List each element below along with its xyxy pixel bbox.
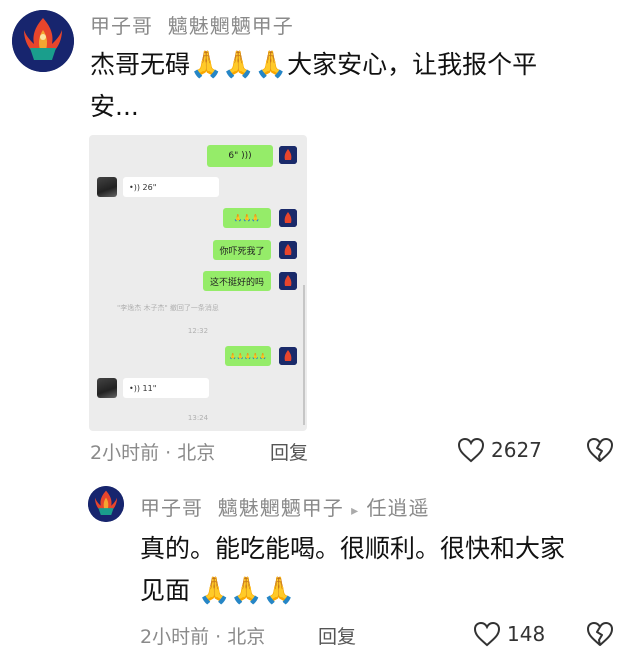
reply-reply-button[interactable]: 回复 [318,622,356,649]
chat-text-bubble-scared: 你吓死我了 [213,240,271,260]
reply-avatar[interactable] [88,486,124,522]
chat-friend-avatar [97,378,117,398]
comment-time-location: 2小时前 · 北京 [90,442,216,464]
commenter-nickname[interactable]: 魑魅魍魉甲子 [168,14,294,38]
reply-text-line2: 见面 [140,576,191,605]
reply-text: 真的。能吃能喝。很顺利。很快和大家 见面 🙏🙏🙏 [140,528,620,612]
chat-timestamp: 12:32 [187,327,209,335]
comment-text-part2: 大家安心，让我报个平 [287,50,538,79]
chat-timestamp: 13:24 [187,414,209,422]
comment-text-line2: 安... [90,92,139,121]
chat-self-avatar [279,241,297,259]
chat-voice-bubble-26: •)) 26" [123,177,219,197]
commenter-username[interactable]: 甲子哥 [90,14,153,38]
reply-target-username[interactable]: 任逍遥 [366,496,429,520]
chat-emoji-bubble-small: 🙏🙏🙏🙏🙏 [225,346,271,366]
reply-dislike-button[interactable] [585,620,615,648]
comment-reply-button[interactable]: 回复 [270,438,308,465]
chat-voice-bubble-11: •)) 11" [123,378,209,398]
comment-like-button[interactable]: 2627 [456,436,542,464]
reply-text-line1: 真的。能吃能喝。很顺利。很快和大家 [140,534,566,563]
comment-like-count: 2627 [491,438,542,462]
comment-text: 杰哥无碍🙏🙏🙏大家安心，让我报个平 安... [90,44,610,128]
comment-dislike-button[interactable] [585,436,615,464]
chat-friend-avatar [97,177,117,197]
heart-outline-icon [456,436,486,464]
voice-wave-icon: ))) [241,151,252,161]
broken-heart-icon [585,436,615,464]
chat-self-avatar [279,272,297,290]
folded-hands-emoji: 🙏🙏🙏 [197,576,296,606]
reply-username[interactable]: 甲子哥 [140,496,203,520]
reply-time-location: 2小时前 · 北京 [140,626,266,648]
reply-like-button[interactable]: 148 [472,620,545,648]
chat-recall-notice: "李逸杰 木子杰" 撤回了一条消息 [117,304,219,312]
voice-wave-icon: •)) [129,383,140,393]
chat-text-bubble-fine: 这不挺好的吗 [203,271,271,291]
chat-voice-bubble-6: 6" ))) [207,145,273,167]
chat-self-avatar [279,146,297,164]
reply-nickname[interactable]: 魑魅魍魉甲子 [218,496,344,520]
comment-text-part1: 杰哥无碍 [90,50,191,79]
chat-self-avatar [279,347,297,365]
folded-hands-emoji: 🙏🙏🙏 [190,50,288,80]
chat-screenshot-image[interactable]: 6" ))) •)) 26" 🙏🙏🙏 你吓死我了 这不挺好的吗 "李逸杰 木子杰… [89,135,307,431]
chat-self-avatar [279,209,297,227]
commenter-avatar[interactable] [12,10,74,72]
heart-outline-icon [472,620,502,648]
voice-wave-icon: •)) [129,182,140,192]
reply-like-count: 148 [507,622,546,646]
chat-scrollbar [303,285,305,425]
chat-emoji-bubble: 🙏🙏🙏 [223,208,271,228]
reply-arrow-icon: ▸ [351,503,360,519]
broken-heart-icon [585,620,615,648]
